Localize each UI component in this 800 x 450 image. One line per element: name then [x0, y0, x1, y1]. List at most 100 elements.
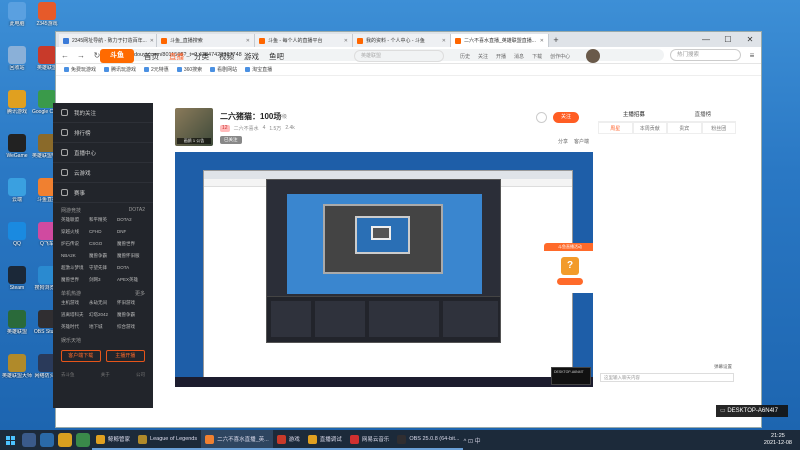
desktop-icon[interactable]: 英雄联盟 — [2, 308, 32, 344]
close-icon[interactable]: ✕ — [344, 38, 348, 44]
creator-icon[interactable]: 创作中心 — [550, 53, 570, 60]
follow-button[interactable]: 关注 — [553, 112, 579, 123]
chat-input[interactable]: 这里输入聊天内容 — [600, 373, 734, 382]
category-link[interactable]: DNF — [117, 229, 145, 235]
category-link[interactable]: 炉石传说 — [61, 241, 89, 247]
desktop-icon[interactable]: QQ — [2, 220, 32, 256]
forward-icon[interactable]: → — [76, 51, 86, 60]
chrome-icon[interactable] — [76, 433, 90, 447]
bookmark-item[interactable]: 360搜索 — [177, 66, 202, 73]
nav-live[interactable]: 直播 — [169, 51, 184, 62]
category-link[interactable]: 地下城 — [89, 324, 117, 330]
taskbar-app[interactable]: 直播调试 — [303, 430, 346, 450]
category-link[interactable]: 主机游戏 — [61, 300, 89, 306]
desktop-icon[interactable]: Steam — [2, 264, 32, 300]
room-tag[interactable]: 等级 — [277, 113, 287, 120]
edge-icon[interactable] — [40, 433, 54, 447]
category-link[interactable]: 剑网3 — [89, 277, 117, 283]
video-player[interactable]: 斗鱼直播活动 ? DESKTOP-A6N4I7 — [175, 152, 593, 387]
menu-icon[interactable]: ≡ — [747, 51, 757, 60]
category-link[interactable]: 永劫无间 — [89, 300, 117, 306]
tab-recruit[interactable]: 主播招募 — [623, 108, 645, 121]
taskbar-app[interactable]: 游戏 — [272, 430, 304, 450]
notification-toast[interactable]: DESKTOP-A6N4I7 — [716, 405, 788, 417]
sidenav-item-cloud[interactable]: 云游戏 — [53, 163, 153, 183]
broadcast-icon[interactable]: 开播 — [496, 53, 506, 60]
desktop-icon[interactable]: 云端 — [2, 176, 32, 212]
folder-icon[interactable] — [58, 433, 72, 447]
share-circle-icon[interactable] — [536, 112, 547, 123]
start-broadcast-button[interactable]: 主播开播 — [105, 350, 145, 362]
room-thumbnail[interactable]: 画质 1 公告 — [175, 108, 213, 146]
rank-tab[interactable]: 粉丝团 — [701, 122, 736, 134]
category-link[interactable]: 守望先锋 — [89, 265, 117, 271]
bookmark-item[interactable]: 2元特惠 — [144, 66, 169, 73]
category-link[interactable]: 魔兽怀旧服 — [117, 253, 145, 259]
category-link[interactable]: 幻塔2042 — [89, 312, 117, 318]
category-link[interactable]: 英雄时代 — [61, 324, 89, 330]
sidenav-item-center[interactable]: 直播中心 — [53, 143, 153, 163]
taskbar-app[interactable]: OBS 25.0.8 (64-bit... — [393, 430, 464, 450]
nav-home[interactable]: 首页 — [144, 51, 159, 62]
message-icon[interactable]: 消息 — [514, 53, 524, 60]
desktop-icon[interactable]: 此电脑 — [2, 0, 32, 36]
footer-link[interactable]: 公司 — [136, 372, 145, 378]
category-link[interactable]: 英雄联盟 — [61, 217, 89, 223]
desktop-icon[interactable]: WeGame — [2, 132, 32, 168]
avatar[interactable] — [586, 49, 601, 63]
footer-link[interactable]: 去斗鱼 — [61, 372, 75, 378]
taskbar-app[interactable]: 二六不喜水直播_英... — [201, 430, 273, 450]
rank-tab[interactable]: 周星 — [598, 122, 633, 134]
category-link[interactable]: CFHD — [89, 229, 117, 235]
desktop-icon[interactable]: 回收站 — [2, 44, 32, 80]
category-link[interactable]: 超激斗梦境 — [61, 265, 89, 271]
sidenav-item-events[interactable]: 赛事 — [53, 183, 153, 203]
category-link[interactable]: DOTA2 — [117, 217, 145, 223]
category-link[interactable]: 和平精英 — [89, 217, 117, 223]
sidenav-item-rank[interactable]: 排行榜 — [53, 123, 153, 143]
taskbar-app[interactable]: 鲸鲸管家 — [92, 430, 135, 450]
site-search-input[interactable]: 英雄联盟 — [354, 50, 444, 62]
taskbar-app[interactable]: 网易云音乐 — [345, 430, 394, 450]
category-link[interactable]: NBA2K — [61, 253, 89, 259]
rank-tab[interactable]: 贵宾 — [667, 122, 702, 134]
share-link[interactable]: 分享 — [558, 138, 568, 145]
category-link[interactable]: 魔兽世界 — [117, 241, 145, 247]
category-link[interactable]: DOTA — [117, 265, 145, 271]
desktop-icon[interactable]: 英雄联盟大师 — [2, 352, 32, 388]
category-link[interactable]: 魔兽争霸 — [117, 312, 145, 318]
chat-settings-link[interactable]: 弹幕设置 — [598, 364, 736, 370]
promo-card[interactable]: 斗鱼直播活动 ? — [544, 243, 593, 293]
category-link[interactable]: 魔兽世界 — [61, 277, 89, 283]
system-tray[interactable]: ^ ⊡ 中 — [463, 436, 486, 445]
nav-fishbar[interactable]: 鱼吧 — [269, 51, 284, 62]
close-icon[interactable]: ✕ — [540, 38, 544, 44]
download-icon[interactable]: 下载 — [532, 53, 542, 60]
client-link[interactable]: 客户端 — [574, 138, 589, 145]
bookmark-item[interactable]: 看剧网站 — [210, 66, 237, 73]
category-link[interactable]: 怀旧游戏 — [117, 300, 145, 306]
follow-icon[interactable]: 关注 — [478, 53, 488, 60]
taskbar-app[interactable]: League of Legends — [134, 430, 202, 450]
anchor-name[interactable]: 二六不喜水 — [234, 125, 259, 132]
nav-video[interactable]: 视频 — [219, 51, 234, 62]
history-icon[interactable]: 历史 — [460, 53, 470, 60]
start-button[interactable] — [0, 430, 20, 450]
bookmark-item[interactable]: 免费玩游戏 — [64, 66, 96, 73]
bookmark-item[interactable]: 淘宝直播 — [245, 66, 272, 73]
bookmark-item[interactable]: 腾讯玩游戏 — [104, 66, 136, 73]
category-link[interactable]: 魔兽争霸 — [89, 253, 117, 259]
close-icon[interactable]: ✕ — [150, 38, 154, 44]
maximize-button[interactable]: ☐ — [717, 32, 739, 47]
rank-tab[interactable]: 本周贡献 — [632, 122, 667, 134]
search-icon[interactable] — [22, 433, 36, 447]
footer-link[interactable]: 关于 — [101, 372, 110, 378]
category-link[interactable]: APEX英雄 — [117, 277, 145, 283]
sidenav-item-follow[interactable]: 我的关注 — [53, 103, 153, 123]
category-link[interactable]: CSGO — [89, 241, 117, 247]
site-logo[interactable]: 斗鱼 — [100, 49, 134, 63]
category-link[interactable]: 逃离塔科夫 — [61, 312, 89, 318]
close-icon[interactable]: ✕ — [442, 38, 446, 44]
client-download-button[interactable]: 客户端下载 — [61, 350, 101, 362]
category-link[interactable]: 穿越火线 — [61, 229, 89, 235]
